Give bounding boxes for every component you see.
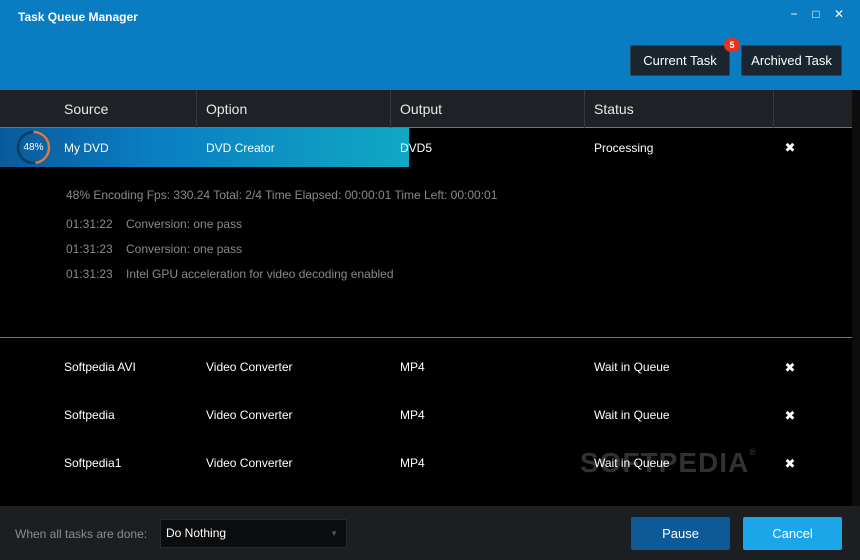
table-row-active[interactable]: My DVD DVD Creator DVD5 Processing [0, 128, 852, 176]
log-line: 01:31:23 Conversion: one pass [66, 242, 242, 256]
status-cell: Wait in Queue [594, 456, 670, 470]
log-time: 01:31:22 [66, 217, 113, 231]
section-divider [0, 337, 852, 338]
task-count-badge: 5 [724, 38, 740, 52]
source-cell: Softpedia AVI [64, 360, 136, 374]
window-close-icon[interactable]: ✕ [830, 5, 848, 23]
table-row[interactable]: Softpedia AVI Video Converter MP4 Wait i… [0, 347, 852, 395]
remove-task-icon[interactable]: ✖ [783, 457, 797, 471]
current-task-button[interactable]: Current Task [630, 45, 730, 76]
log-message: Conversion: one pass [126, 242, 243, 256]
output-cell: MP4 [400, 456, 425, 470]
scrollbar[interactable] [852, 90, 860, 506]
pause-button[interactable]: Pause [631, 517, 730, 550]
when-done-select[interactable]: Do Nothing ▼ [160, 519, 347, 548]
status-cell: Wait in Queue [594, 360, 670, 374]
log-message: Intel GPU acceleration for video decodin… [126, 267, 394, 281]
option-cell: Video Converter [206, 456, 293, 470]
encoding-stats: 48% Encoding Fps: 330.24 Total: 2/4 Time… [66, 188, 498, 202]
option-cell: Video Converter [206, 360, 293, 374]
remove-task-icon[interactable]: ✖ [783, 361, 797, 375]
status-cell: Processing [594, 141, 654, 155]
remove-task-icon[interactable]: ✖ [783, 141, 797, 155]
chevron-down-icon: ▼ [330, 529, 338, 538]
source-cell: Softpedia1 [64, 456, 122, 470]
log-time: 01:31:23 [66, 267, 113, 281]
when-done-label: When all tasks are done: [15, 527, 148, 541]
column-separator [584, 90, 585, 128]
column-header-output[interactable]: Output [400, 90, 442, 128]
column-separator [390, 90, 391, 128]
footer-bar: When all tasks are done: Do Nothing ▼ Pa… [0, 506, 860, 560]
log-line: 01:31:23 Intel GPU acceleration for video… [66, 267, 394, 281]
status-cell: Wait in Queue [594, 408, 670, 422]
output-cell: MP4 [400, 408, 425, 422]
column-header-option[interactable]: Option [206, 90, 247, 128]
column-header-source[interactable]: Source [64, 90, 108, 128]
output-cell: MP4 [400, 360, 425, 374]
column-header-status[interactable]: Status [594, 90, 634, 128]
window-title: Task Queue Manager [18, 10, 138, 24]
maximize-icon[interactable]: □ [807, 5, 825, 23]
table-row[interactable]: Softpedia Video Converter MP4 Wait in Qu… [0, 395, 852, 443]
table-header: Source Option Output Status [0, 90, 860, 128]
cancel-button[interactable]: Cancel [743, 517, 842, 550]
column-separator [196, 90, 197, 128]
source-cell: Softpedia [64, 408, 115, 422]
log-line: 01:31:22 Conversion: one pass [66, 217, 242, 231]
column-separator [773, 90, 774, 128]
log-message: Conversion: one pass [126, 217, 243, 231]
output-cell: DVD5 [400, 141, 433, 155]
archived-task-button[interactable]: Archived Task [741, 45, 842, 76]
option-cell: DVD Creator [206, 141, 275, 155]
remove-task-icon[interactable]: ✖ [783, 409, 797, 423]
table-row[interactable]: Softpedia1 Video Converter MP4 Wait in Q… [0, 443, 852, 491]
source-cell: My DVD [64, 141, 109, 155]
log-time: 01:31:23 [66, 242, 113, 256]
option-cell: Video Converter [206, 408, 293, 422]
when-done-value: Do Nothing [166, 526, 227, 540]
minimize-icon[interactable]: − [785, 5, 803, 23]
